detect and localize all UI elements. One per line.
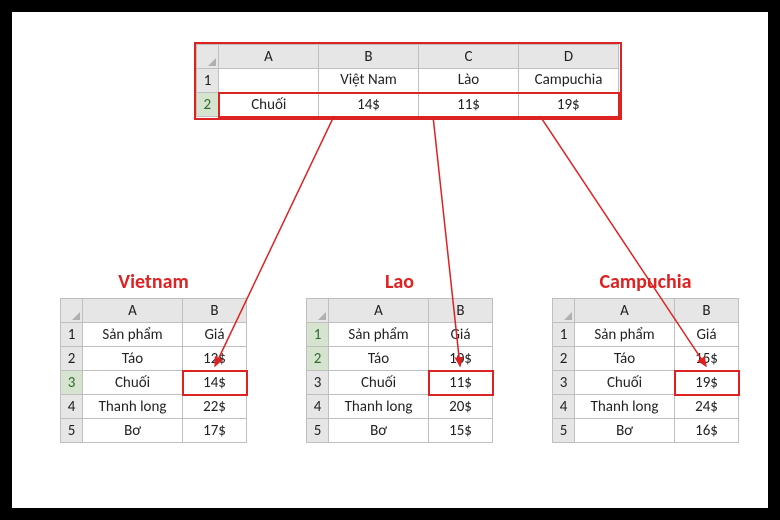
cell[interactable]: Lào [419,69,519,93]
cell[interactable]: Giá [675,323,739,347]
row-header[interactable]: 1 [197,69,219,93]
cell[interactable]: Thanh long [575,395,675,419]
lao-table: A B 1 Sản phẩm Giá 2 Táo 10$ 3 Chuối 11$… [306,298,493,443]
row-header[interactable]: 3 [307,371,329,395]
cell[interactable]: Giá [183,323,247,347]
select-all-corner[interactable] [553,299,575,323]
cell[interactable]: 16$ [675,419,739,443]
cell[interactable] [219,69,319,93]
cell[interactable]: Sản phẩm [83,323,183,347]
row-header[interactable]: 1 [553,323,575,347]
cell[interactable]: Việt Nam [319,69,419,93]
row-header[interactable]: 2 [307,347,329,371]
cell[interactable]: Thanh long [83,395,183,419]
section-vietnam: Vietnam A B 1 Sản phẩm Giá 2 Táo 12$ 3 C… [60,270,247,443]
cell[interactable]: Táo [83,347,183,371]
col-header[interactable]: C [419,45,519,69]
cell[interactable]: 24$ [675,395,739,419]
section-title: Lao [306,270,493,294]
select-all-corner[interactable] [61,299,83,323]
section-title: Campuchia [552,270,739,294]
vietnam-table: A B 1 Sản phẩm Giá 2 Táo 12$ 3 Chuối 14$… [60,298,247,443]
cell[interactable]: 17$ [183,419,247,443]
cell[interactable]: Campuchia [519,69,619,93]
select-all-corner[interactable] [197,45,219,69]
cell[interactable]: Chuối [575,371,675,395]
cell[interactable]: 15$ [675,347,739,371]
row-header[interactable]: 1 [61,323,83,347]
col-header[interactable]: B [429,299,493,323]
cell[interactable]: Sản phẩm [575,323,675,347]
campuchia-table: A B 1 Sản phẩm Giá 2 Táo 15$ 3 Chuối 19$… [552,298,739,443]
cell[interactable]: 12$ [183,347,247,371]
row-header[interactable]: 4 [553,395,575,419]
cell[interactable]: 14$ [319,93,419,117]
diagram-canvas: A B C D 1 Việt Nam Lào Campuchia 2 Chuối… [12,12,768,508]
row-header[interactable]: 5 [553,419,575,443]
row-header[interactable]: 5 [307,419,329,443]
row-header[interactable]: 2 [197,93,219,117]
cell[interactable]: 20$ [429,395,493,419]
cell-highlighted[interactable]: 11$ [429,371,493,395]
cell[interactable]: Bơ [575,419,675,443]
section-title: Vietnam [60,270,247,294]
row-header[interactable]: 3 [61,371,83,395]
cell[interactable]: 15$ [429,419,493,443]
cell[interactable]: 19$ [519,93,619,117]
cell-highlighted[interactable]: 14$ [183,371,247,395]
summary-table: A B C D 1 Việt Nam Lào Campuchia 2 Chuối… [196,44,620,118]
cell[interactable]: Bơ [83,419,183,443]
cell[interactable]: 10$ [429,347,493,371]
cell[interactable]: Táo [329,347,429,371]
cell-highlighted[interactable]: 19$ [675,371,739,395]
row-header[interactable]: 5 [61,419,83,443]
cell[interactable]: Giá [429,323,493,347]
col-header[interactable]: A [329,299,429,323]
row-header[interactable]: 2 [61,347,83,371]
cell[interactable]: Thanh long [329,395,429,419]
section-lao: Lao A B 1 Sản phẩm Giá 2 Táo 10$ 3 Chuối… [306,270,493,443]
col-header[interactable]: A [83,299,183,323]
cell[interactable]: Chuối [329,371,429,395]
cell[interactable]: Bơ [329,419,429,443]
col-header[interactable]: D [519,45,619,69]
row-header[interactable]: 3 [553,371,575,395]
cell[interactable]: Sản phẩm [329,323,429,347]
cell[interactable]: Chuối [219,93,319,117]
section-campuchia: Campuchia A B 1 Sản phẩm Giá 2 Táo 15$ 3… [552,270,739,443]
col-header[interactable]: B [183,299,247,323]
col-header[interactable]: A [219,45,319,69]
row-header[interactable]: 1 [307,323,329,347]
summary-table-wrap: A B C D 1 Việt Nam Lào Campuchia 2 Chuối… [194,42,622,120]
row-header[interactable]: 2 [553,347,575,371]
cell[interactable]: 11$ [419,93,519,117]
cell[interactable]: Táo [575,347,675,371]
select-all-corner[interactable] [307,299,329,323]
row-header[interactable]: 4 [61,395,83,419]
cell[interactable]: Chuối [83,371,183,395]
col-header[interactable]: A [575,299,675,323]
col-header[interactable]: B [319,45,419,69]
cell[interactable]: 22$ [183,395,247,419]
col-header[interactable]: B [675,299,739,323]
row-header[interactable]: 4 [307,395,329,419]
